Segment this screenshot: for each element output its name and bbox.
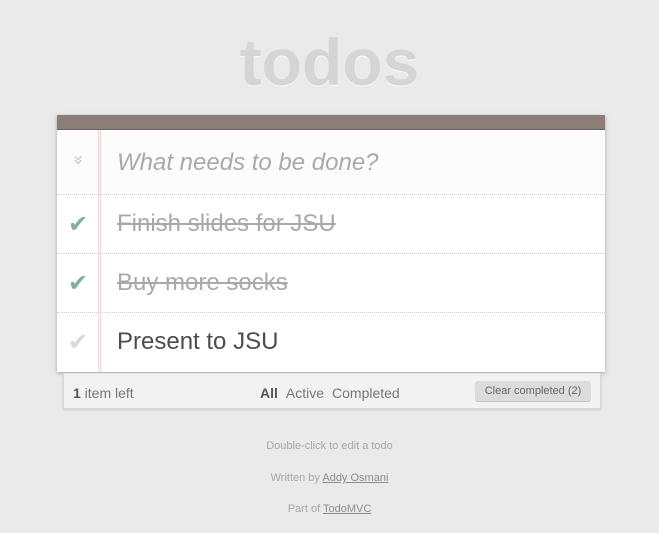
- new-todo-input[interactable]: [115, 142, 589, 184]
- checkmark-icon[interactable]: ✔: [65, 326, 91, 358]
- todo-item[interactable]: ✔ Finish slides for JSU: [57, 195, 605, 254]
- card-top-bar: [57, 115, 605, 130]
- app-title: todos: [239, 25, 420, 99]
- todo-item[interactable]: ✔ Buy more socks: [57, 254, 605, 313]
- todo-list: ✔ Finish slides for JSU ✔ Buy more socks…: [57, 195, 605, 371]
- part-of-line: Part of TodoMVC: [0, 503, 659, 515]
- filter-completed[interactable]: Completed: [332, 385, 400, 401]
- todo-count: 1 item left: [73, 385, 134, 401]
- part-of-prefix: Part of: [287, 503, 323, 515]
- filters: All Active Completed: [260, 385, 408, 401]
- todo-text[interactable]: Finish slides for JSU: [117, 210, 336, 238]
- todo-card: » ✔ Finish slides for JSU ✔ Buy more soc…: [57, 115, 605, 372]
- todomvc-link[interactable]: TodoMVC: [323, 503, 371, 515]
- checkmark-icon[interactable]: ✔: [65, 208, 91, 240]
- filter-all[interactable]: All: [260, 385, 278, 401]
- todo-text[interactable]: Buy more socks: [117, 269, 288, 297]
- todo-text[interactable]: Present to JSU: [117, 328, 278, 356]
- todo-footer: 1 item left All Active Completed Clear com…: [63, 373, 601, 409]
- filter-active[interactable]: Active: [286, 385, 324, 401]
- credits-line: Written by Addy Osmani: [0, 472, 659, 484]
- edit-hint: Double-click to edit a todo: [266, 440, 393, 452]
- credits-prefix: Written by: [270, 472, 323, 484]
- double-chevron-down-icon[interactable]: »: [64, 147, 92, 173]
- checkmark-icon[interactable]: ✔: [65, 267, 91, 299]
- clear-completed-button[interactable]: Clear completed (2): [475, 381, 591, 402]
- new-todo-row: »: [57, 130, 605, 195]
- author-link[interactable]: Addy Osmani: [322, 472, 388, 484]
- todo-item[interactable]: ✔ Present to JSU: [57, 313, 605, 371]
- todo-count-number: 1: [73, 385, 81, 401]
- todo-count-suffix: item left: [80, 385, 134, 401]
